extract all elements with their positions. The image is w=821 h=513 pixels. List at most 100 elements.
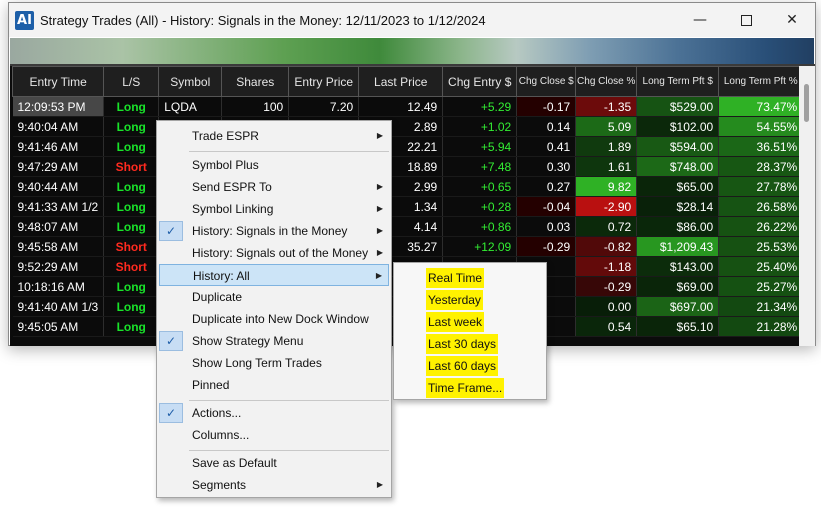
header-chg-close-pct[interactable]: Chg Close % [575, 66, 638, 97]
header-entry-price[interactable]: Entry Price [288, 66, 360, 97]
ls-cell: Long [103, 176, 160, 197]
menu-item-save-default[interactable]: Save as Default [159, 452, 389, 474]
lt-pft-dollar-cell: $65.00 [636, 176, 720, 197]
menu-item-history-in-money[interactable]: ✓ History: Signals in the Money ▶ [159, 220, 389, 242]
menu-item-history-out-money[interactable]: History: Signals out of the Money ▶ [159, 242, 389, 264]
ls-cell: Long [103, 136, 160, 157]
lt-pft-pct-cell: 26.22% [718, 216, 804, 237]
header-chg-entry[interactable]: Chg Entry $ [442, 66, 518, 97]
table-row[interactable]: 9:48:07 AMLongA4.14+0.860.030.72$86.0026… [12, 216, 804, 237]
menu-item-show-strategy-menu[interactable]: ✓ Show Strategy Menu [159, 330, 389, 352]
menu-item-send-to[interactable]: Send ESPR To ▶ [159, 176, 389, 198]
submenu-item-last-30-days[interactable]: Last 30 days [426, 334, 499, 354]
entry-time-cell: 10:18:16 AM [12, 276, 105, 297]
menu-item-duplicate[interactable]: Duplicate [159, 286, 389, 308]
menu-item-label: History: Signals out of the Money [192, 246, 369, 260]
lt-pft-dollar-cell: $1,209.43 [636, 236, 720, 257]
ls-cell: Long [103, 96, 160, 117]
chg-entry-cell: +1.02 [442, 116, 518, 137]
submenu-arrow-icon: ▶ [376, 226, 383, 235]
entry-price-cell: 7.20 [288, 96, 360, 117]
header-chg-close-dollar[interactable]: Chg Close $ [516, 66, 577, 97]
table-row[interactable]: 9:41:33 AM 1/2LongN1.34+0.28-0.04-2.90$2… [12, 196, 804, 217]
menu-item-columns[interactable]: Columns... [159, 424, 389, 446]
ls-cell: Long [103, 216, 160, 237]
entry-time-cell: 9:48:07 AM [12, 216, 105, 237]
lt-pft-pct-cell: 36.51% [718, 136, 804, 157]
menu-separator [189, 400, 389, 401]
table-row[interactable]: 12:09:53 PM Long LQDA 100 7.20 12.49 +5.29 -0.1… [12, 96, 804, 117]
table-header-row: Entry Time L/S Symbol Shares Entry Price… [11, 66, 804, 97]
entry-time-cell: 9:40:44 AM [12, 176, 105, 197]
header-shares[interactable]: Shares [221, 66, 290, 97]
submenu-item-last-week[interactable]: Last week [426, 312, 485, 332]
header-last-price[interactable]: Last Price [358, 66, 444, 97]
entry-time-cell: 9:41:46 AM [12, 136, 105, 157]
menu-item-history-all[interactable]: History: All ▶ [159, 264, 389, 286]
context-menu: Trade ESPR ▶ Symbol Plus Send ESPR To ▶ Sy… [156, 120, 392, 498]
menu-item-trade[interactable]: Trade ESPR ▶ [159, 125, 389, 147]
lt-pft-pct-cell: 21.34% [718, 296, 804, 317]
chg-entry-cell: +0.86 [442, 216, 518, 237]
lt-pft-pct-cell: 54.55% [718, 116, 804, 137]
table-row[interactable]: 9:40:04 AMLongESPR1001.872.89+1.020.145.… [12, 116, 804, 137]
submenu-item-last-60-days[interactable]: Last 60 days [426, 356, 499, 376]
table-row[interactable]: 9:40:44 AMLongA2.99+0.650.279.82$65.0027… [12, 176, 804, 197]
ls-cell: Long [103, 296, 160, 317]
window-title: Strategy Trades (All) - History: Signals… [40, 13, 486, 28]
checkmark-icon: ✓ [159, 331, 183, 351]
table-row[interactable]: 9:45:58 AMShortA35.27+12.09-0.29-0.82$1,… [12, 236, 804, 257]
menu-item-label: Save as Default [192, 456, 277, 470]
header-ls[interactable]: L/S [103, 66, 160, 97]
header-entry-time[interactable]: Entry Time [11, 66, 105, 97]
maximize-button[interactable] [723, 3, 769, 37]
menu-item-label: History: Signals in the Money [192, 224, 348, 238]
menu-item-actions[interactable]: ✓ Actions... [159, 402, 389, 424]
menu-item-segments[interactable]: Segments ▶ [159, 474, 389, 496]
vertical-scrollbar[interactable] [799, 66, 815, 346]
header-symbol[interactable]: Symbol [158, 66, 223, 97]
chg-close-dollar-cell: 0.14 [516, 116, 577, 137]
menu-item-label: Actions... [192, 406, 242, 420]
lt-pft-pct-cell: 26.58% [718, 196, 804, 217]
chg-close-dollar-cell: 0.03 [516, 216, 577, 237]
ls-cell: Long [103, 316, 160, 337]
entry-time-cell: 12:09:53 PM [12, 96, 105, 117]
submenu-item-yesterday[interactable]: Yesterday [426, 290, 483, 310]
title-bar[interactable]: AI Strategy Trades (All) - History: Sign… [9, 3, 815, 37]
chg-entry-cell: +0.28 [442, 196, 518, 217]
submenu-item-real-time[interactable]: Real Time [426, 268, 485, 288]
menu-item-show-long-term[interactable]: Show Long Term Trades [159, 352, 389, 374]
entry-time-cell: 9:41:33 AM 1/2 [12, 196, 105, 217]
chg-entry-cell: +0.65 [442, 176, 518, 197]
submenu-item-time-frame[interactable]: Time Frame... [426, 378, 505, 398]
lt-pft-pct-cell: 25.53% [718, 236, 804, 257]
ls-cell: Short [103, 256, 160, 277]
lt-pft-dollar-cell: $69.00 [636, 276, 720, 297]
lt-pft-dollar-cell: $86.00 [636, 216, 720, 237]
lt-pft-dollar-cell: $594.00 [636, 136, 720, 157]
menu-item-symbol-linking[interactable]: Symbol Linking ▶ [159, 198, 389, 220]
chg-entry-cell: +5.29 [442, 96, 518, 117]
menu-item-label: Send ESPR To [192, 180, 272, 194]
table-row[interactable]: 9:41:46 AMLongC22.21+5.940.411.89$594.00… [12, 136, 804, 157]
header-lt-pft-dollar[interactable]: Long Term Pft $ [636, 66, 720, 97]
chg-close-dollar-cell: -0.17 [516, 96, 577, 117]
entry-time-cell: 9:41:40 AM 1/3 [12, 296, 105, 317]
close-button[interactable]: ✕ [769, 3, 815, 37]
menu-item-label: Symbol Linking [192, 202, 274, 216]
maximize-icon [740, 14, 752, 26]
menu-item-label: Show Strategy Menu [192, 334, 304, 348]
menu-item-pinned[interactable]: Pinned [159, 374, 389, 396]
lt-pft-dollar-cell: $102.00 [636, 116, 720, 137]
menu-item-label: Symbol Plus [192, 158, 259, 172]
entry-time-cell: 9:45:58 AM [12, 236, 105, 257]
minimize-button[interactable]: — [677, 3, 723, 37]
menu-item-duplicate-dock[interactable]: Duplicate into New Dock Window [159, 308, 389, 330]
chg-close-pct-cell: 0.54 [575, 316, 638, 337]
table-row[interactable]: 9:47:29 AMShortA18.89+7.480.301.61$748.0… [12, 156, 804, 177]
menu-item-symbol-plus[interactable]: Symbol Plus [159, 154, 389, 176]
scroll-thumb[interactable] [804, 84, 809, 122]
header-lt-pft-pct[interactable]: Long Term Pft % [718, 66, 804, 97]
submenu-arrow-icon: ▶ [375, 271, 382, 280]
